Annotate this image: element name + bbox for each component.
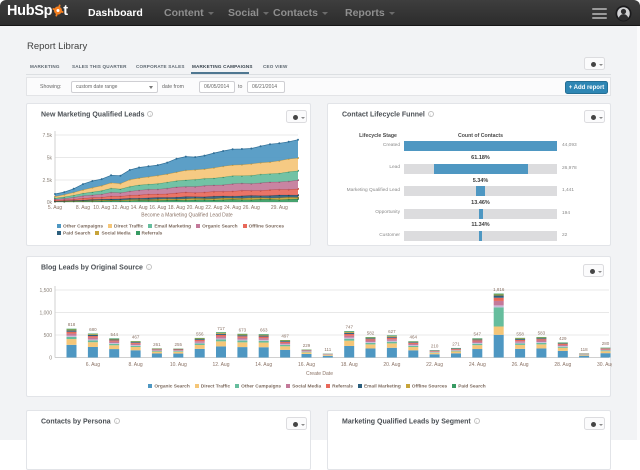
svg-text:464: 464 (410, 335, 418, 340)
svg-text:556: 556 (196, 331, 204, 336)
svg-text:1,500: 1,500 (39, 288, 52, 294)
svg-text:673: 673 (239, 327, 247, 332)
svg-text:271: 271 (452, 342, 460, 347)
svg-text:255: 255 (175, 342, 183, 347)
svg-text:111: 111 (324, 347, 331, 352)
svg-text:7.5k: 7.5k (43, 133, 53, 139)
svg-text:2.5k: 2.5k (43, 178, 53, 184)
svg-text:5k: 5k (47, 156, 53, 162)
svg-text:8. Aug: 8. Aug (76, 205, 90, 211)
svg-text:16. Aug: 16. Aug (149, 205, 166, 211)
svg-text:680: 680 (89, 327, 97, 332)
svg-text:229: 229 (303, 343, 311, 348)
svg-text:24. Aug: 24. Aug (469, 362, 486, 368)
svg-text:14. Aug: 14. Aug (255, 362, 272, 368)
svg-text:261: 261 (153, 342, 161, 347)
svg-text:544: 544 (110, 332, 118, 337)
svg-text:6. Aug: 6. Aug (86, 362, 100, 368)
svg-text:22. Aug: 22. Aug (205, 205, 222, 211)
svg-text:582: 582 (367, 331, 375, 336)
svg-text:24. Aug: 24. Aug (224, 205, 241, 211)
svg-text:12. Aug: 12. Aug (112, 205, 129, 211)
svg-text:627: 627 (388, 329, 396, 334)
svg-text:818: 818 (68, 322, 76, 327)
svg-text:10. Aug: 10. Aug (93, 205, 110, 211)
svg-text:747: 747 (345, 325, 353, 330)
svg-text:467: 467 (132, 335, 140, 340)
svg-text:5. Aug: 5. Aug (48, 205, 62, 211)
svg-text:16. Aug: 16. Aug (298, 362, 315, 368)
svg-text:1,816: 1,816 (493, 287, 505, 292)
svg-text:118: 118 (581, 347, 589, 352)
svg-text:29. Aug: 29. Aug (271, 205, 288, 211)
svg-text:20. Aug: 20. Aug (383, 362, 400, 368)
svg-text:18. Aug: 18. Aug (341, 362, 358, 368)
svg-text:20. Aug: 20. Aug (187, 205, 204, 211)
svg-text:429: 429 (559, 336, 567, 341)
svg-text:1,000: 1,000 (39, 311, 52, 317)
svg-text:22. Aug: 22. Aug (426, 362, 443, 368)
svg-text:547: 547 (474, 332, 482, 337)
svg-text:8. Aug: 8. Aug (129, 362, 143, 368)
svg-text:18. Aug: 18. Aug (168, 205, 185, 211)
svg-text:0: 0 (49, 356, 52, 362)
svg-text:26. Aug: 26. Aug (512, 362, 529, 368)
svg-text:497: 497 (281, 334, 289, 339)
svg-text:14. Aug: 14. Aug (131, 205, 148, 211)
svg-text:28. Aug: 28. Aug (554, 362, 571, 368)
svg-text:500: 500 (44, 333, 53, 339)
svg-text:280: 280 (602, 341, 610, 346)
svg-text:26. Aug: 26. Aug (243, 205, 260, 211)
svg-text:Become a Marketing Qualified L: Become a Marketing Qualified Lead Date (141, 213, 233, 219)
svg-text:210: 210 (431, 344, 439, 349)
svg-text:583: 583 (538, 331, 546, 336)
svg-text:10. Aug: 10. Aug (170, 362, 187, 368)
svg-text:663: 663 (260, 328, 268, 333)
svg-text:717: 717 (217, 326, 225, 331)
svg-text:12. Aug: 12. Aug (213, 362, 230, 368)
svg-text:558: 558 (516, 331, 524, 336)
svg-text:30. Aug: 30. Aug (597, 362, 612, 368)
